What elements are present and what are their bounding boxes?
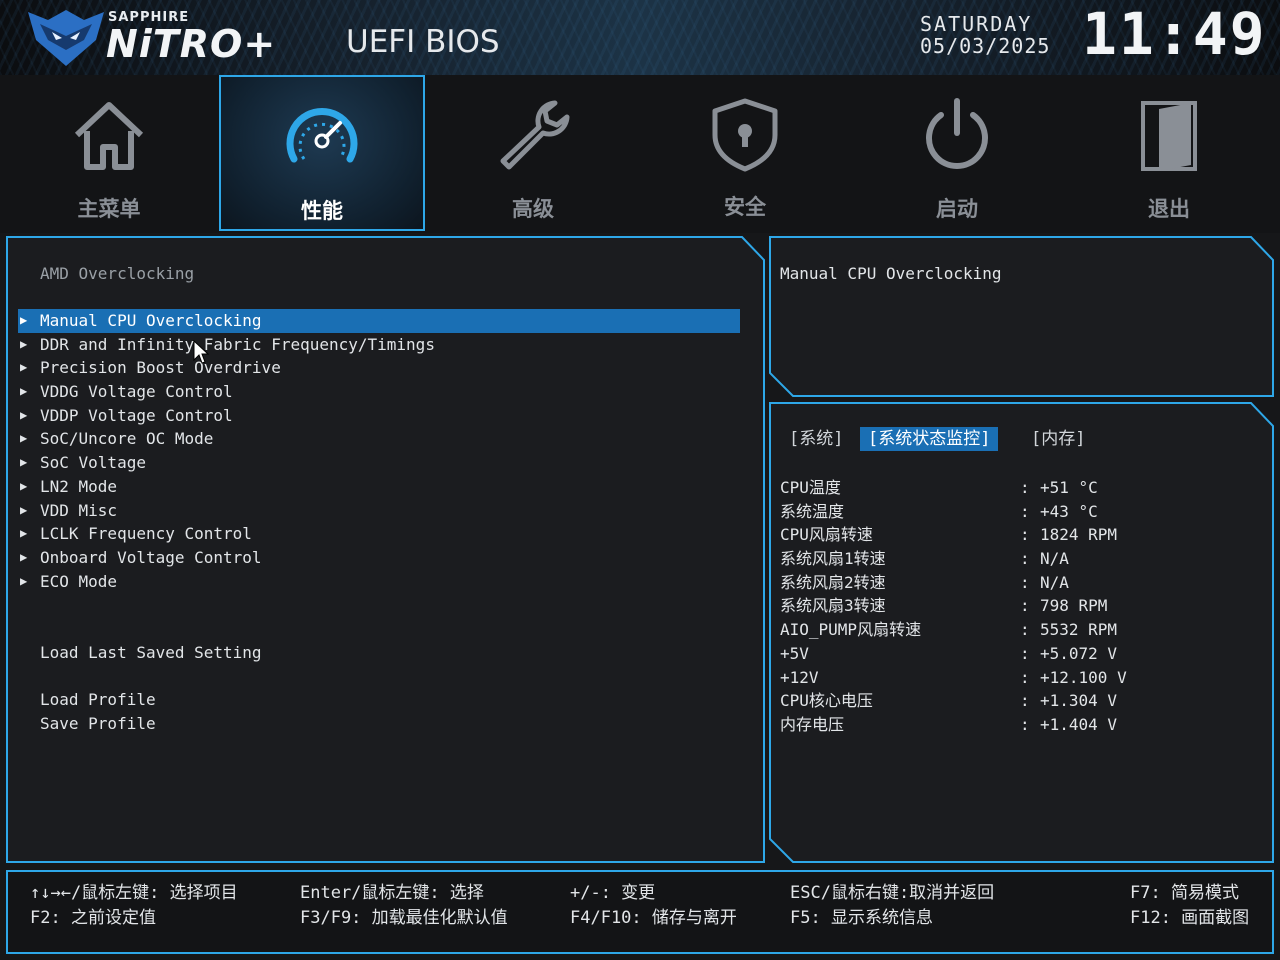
tab-label: 安全 [724, 195, 766, 219]
menu-item-precision-boost-overdrive[interactable]: ▶ Precision Boost Overdrive [18, 356, 740, 380]
key-hint-esc: ESC/鼠标右键:取消并返回 [790, 883, 995, 903]
shield-lock-icon [712, 98, 778, 172]
submenu-arrow-icon: ▶ [20, 336, 28, 351]
monitor-row-cpu-core-voltage: CPU核心电压: +1.304 V [780, 691, 1118, 711]
clock: 11:49 [1082, 0, 1267, 68]
key-hint-f7: F7: 简易模式 [1130, 883, 1239, 903]
tab-label: 启动 [936, 197, 978, 221]
home-icon [74, 102, 144, 170]
menu-item-lclk-frequency[interactable]: ▶ LCLK Frequency Control [18, 522, 740, 546]
brand-big: NiTRO+ [106, 22, 277, 66]
menu-item-soc-voltage[interactable]: ▶ SoC Voltage [18, 451, 740, 475]
key-hint-plus-minus: +/-: 变更 [570, 883, 656, 903]
submenu-arrow-icon: ▶ [20, 360, 28, 375]
help-text: Manual CPU Overclocking [780, 264, 1002, 283]
submenu-arrow-icon: ▶ [20, 478, 28, 493]
tab-performance[interactable]: 性能 [219, 75, 425, 231]
tab-system[interactable]: [系统] [789, 427, 843, 451]
menu-item-ddr-infinity-fabric[interactable]: ▶ DDR and Infinity Fabric Frequency/Timin… [18, 333, 740, 357]
submenu-arrow-icon: ▶ [20, 549, 28, 564]
submenu-arrow-icon: ▶ [20, 431, 28, 446]
tab-security[interactable]: 安全 [642, 75, 848, 231]
submenu-arrow-icon: ▶ [20, 573, 28, 588]
monitor-row-sys-fan1: 系统风扇1转速: N/A [780, 549, 1069, 569]
key-hint-navigate: ↑↓→←/鼠标左键: 选择项目 [30, 883, 238, 903]
tab-exit[interactable]: 退出 [1066, 75, 1272, 231]
load-last-saved-setting[interactable]: Load Last Saved Setting [40, 643, 262, 662]
submenu-arrow-icon: ▶ [20, 313, 28, 327]
monitor-list: CPU温度: +51 °C 系统温度: +43 °C CPU风扇转速:1824 RP… [780, 476, 1260, 737]
menu-item-onboard-voltage[interactable]: ▶ Onboard Voltage Control [18, 546, 740, 570]
tab-boot[interactable]: 启动 [854, 75, 1060, 231]
bios-title: UEFI BIOS [346, 24, 500, 60]
main-nav: 主菜单 性能 高级 安全 启动 退出 [0, 75, 1280, 233]
help-panel: Manual CPU Overclocking [769, 236, 1275, 398]
settings-panel: AMD Overclocking ▶ Manual CPU Overclockin… [6, 236, 766, 864]
monitor-row-sys-fan2: 系统风扇2转速: N/A [780, 572, 1069, 592]
key-hint-f3-f9: F3/F9: 加载最佳化默认值 [300, 908, 508, 928]
tab-memory[interactable]: [内存] [1031, 427, 1085, 451]
header-bar: SAPPHIRE NiTRO+ UEFI BIOS SATURDAY 05/03… [0, 0, 1280, 75]
monitor-row-cpu-fan: CPU风扇转速:1824 RPM [780, 525, 1118, 545]
monitor-row-memory-voltage: 内存电压: +1.404 V [780, 714, 1118, 734]
key-hint-f12: F12: 画面截图 [1130, 908, 1250, 928]
menu-item-manual-cpu-overclocking[interactable]: ▶ Manual CPU Overclocking [18, 309, 740, 333]
monitor-row-cpu-temp: CPU温度: +51 °C [780, 478, 1098, 497]
tab-label: 高级 [512, 197, 554, 221]
monitor-row-sys-fan3: 系统风扇3转速:798 RPM [780, 596, 1108, 616]
tab-system-monitor[interactable]: [系统状态监控] [860, 427, 999, 451]
exit-door-icon [1141, 101, 1197, 171]
save-profile[interactable]: Save Profile [40, 714, 156, 733]
power-icon [926, 98, 988, 169]
weekday-label: SATURDAY [920, 12, 1033, 36]
key-hint-f5: F5: 显示系统信息 [790, 908, 933, 928]
section-title: AMD Overclocking [40, 264, 195, 283]
menu-item-ln2-mode[interactable]: ▶ LN2 Mode [18, 475, 740, 499]
tab-label: 退出 [1148, 197, 1190, 221]
menu-item-eco-mode[interactable]: ▶ ECO Mode [18, 570, 740, 594]
submenu-arrow-icon: ▶ [20, 384, 28, 399]
menu-item-vddp-voltage[interactable]: ▶ VDDP Voltage Control [18, 404, 740, 428]
monitor-row-5v: +5V: +5.072 V [780, 643, 1118, 663]
submenu-arrow-icon: ▶ [20, 455, 28, 470]
key-hint-enter: Enter/鼠标左键: 选择 [300, 883, 484, 903]
monitor-row-system-temp: 系统温度: +43 °C [780, 501, 1098, 521]
tab-label: 性能 [301, 199, 343, 223]
load-profile[interactable]: Load Profile [40, 690, 156, 709]
monitor-row-aio-pump: AIO_PUMP风扇转速:5532 RPM [780, 620, 1118, 640]
menu-item-soc-uncore-oc[interactable]: ▶ SoC/Uncore OC Mode [18, 427, 740, 451]
menu-list: ▶ Manual CPU Overclocking ▶ DDR and Infini… [18, 309, 740, 593]
submenu-arrow-icon: ▶ [20, 526, 28, 541]
monitor-row-12v: +12V: +12.100 V [780, 667, 1127, 687]
submenu-arrow-icon: ▶ [20, 407, 28, 422]
mouse-cursor-icon [193, 340, 209, 364]
tab-label: 主菜单 [77, 197, 141, 221]
menu-item-vddg-voltage[interactable]: ▶ VDDG Voltage Control [18, 380, 740, 404]
key-help-footer: ↑↓→←/鼠标左键: 选择项目 F2: 之前设定值 Enter/鼠标左键: 选择… [6, 870, 1274, 954]
key-hint-f4-f10: F4/F10: 储存与离开 [570, 908, 737, 928]
date-label: 05/03/2025 [920, 34, 1051, 58]
tab-advanced[interactable]: 高级 [430, 75, 636, 231]
menu-item-vdd-misc[interactable]: ▶ VDD Misc [18, 499, 740, 523]
key-hint-f2: F2: 之前设定值 [30, 908, 156, 928]
wrench-icon [500, 100, 570, 170]
tab-main-menu[interactable]: 主菜单 [6, 75, 212, 231]
panel-frame [769, 236, 1274, 397]
submenu-arrow-icon: ▶ [20, 502, 28, 517]
speedometer-icon [286, 108, 358, 163]
monitor-panel: [系统] [系统状态监控] [内存] CPU温度: +51 °C 系统温度: +43… [769, 402, 1275, 864]
